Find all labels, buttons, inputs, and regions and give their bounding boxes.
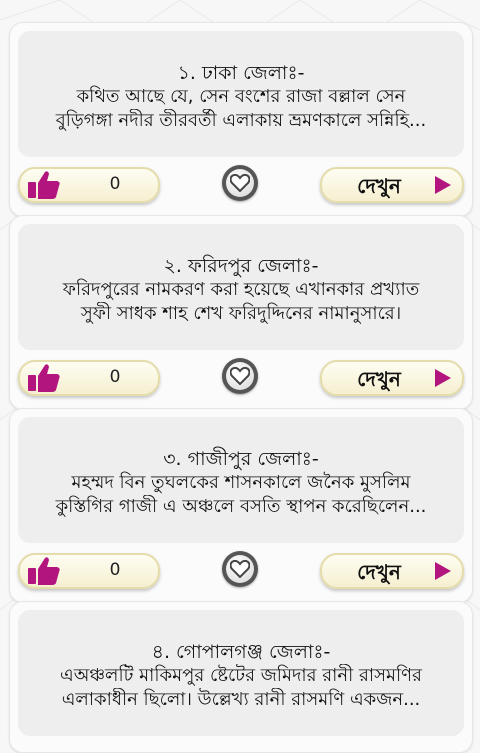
district-card: ২. ফরিদপুর জেলাঃ- ফরিদপুরের নামকরণ করা হ… [9, 215, 473, 410]
district-text-box[interactable]: ২. ফরিদপুর জেলাঃ- ফরিদপুরের নামকরণ করা হ… [18, 224, 464, 350]
district-excerpt-line: ফরিদপুরের নামকরণ করা হয়েছে এখানকার প্রখ… [62, 279, 420, 300]
view-button[interactable]: দেখুন [320, 553, 464, 589]
district-excerpt-line: বুড়িগঙ্গা নদীর তীরবর্তী এলাকায় ভ্রমণকা… [55, 110, 427, 131]
heart-icon [230, 367, 250, 385]
district-excerpt-line: এলাকাধীন ছিলো। উল্লেখ্য রানী রাসমণি একজন… [61, 689, 421, 710]
district-title: ৩. গাজীপুর জেলাঃ- [163, 448, 319, 470]
like-count: 0 [109, 367, 121, 387]
view-button[interactable]: দেখুন [320, 360, 464, 396]
district-title: ২. ফরিদপুর জেলাঃ- [163, 255, 319, 277]
view-button[interactable]: দেখুন [320, 167, 464, 203]
thumbs-up-icon [28, 557, 60, 585]
district-title: ৪. গোপালগঞ্জ জেলাঃ- [151, 641, 331, 663]
favorite-button[interactable] [222, 551, 258, 587]
like-count: 0 [109, 174, 121, 194]
heart-icon [230, 174, 250, 192]
heart-icon [230, 560, 250, 578]
favorite-button[interactable] [222, 165, 258, 201]
like-count: 0 [109, 560, 121, 580]
district-card: ১. ঢাকা জেলাঃ- কথিত আছে যে, সেন বংশের রা… [9, 22, 473, 217]
like-button[interactable]: 0 [18, 167, 160, 203]
view-button-label: দেখুন [357, 367, 401, 391]
play-arrow-icon [435, 176, 451, 194]
district-excerpt-line: কথিত আছে যে, সেন বংশের রাজা বল্লাল সেন [76, 86, 406, 107]
view-button-label: দেখুন [357, 560, 401, 584]
view-button-label: দেখুন [357, 174, 401, 198]
like-button[interactable]: 0 [18, 360, 160, 396]
like-button[interactable]: 0 [18, 553, 160, 589]
favorite-button[interactable] [222, 358, 258, 394]
district-text-box[interactable]: ১. ঢাকা জেলাঃ- কথিত আছে যে, সেন বংশের রা… [18, 31, 464, 157]
district-card: ৩. গাজীপুর জেলাঃ- মহম্মদ বিন তুঘলকের শাস… [9, 408, 473, 603]
thumbs-up-icon [28, 171, 60, 199]
play-arrow-icon [435, 369, 451, 387]
play-arrow-icon [435, 562, 451, 580]
district-excerpt-line: মহম্মদ বিন তুঘলকের শাসনকালে জনৈক মুসলিম [71, 472, 411, 493]
district-card: ৪. গোপালগঞ্জ জেলাঃ- এঅঞ্চলটি মাকিমপুর ষ্… [9, 601, 473, 753]
district-excerpt-line: সুফী সাধক শাহ শেখ ফরিদুদ্দিনের নামানুসার… [80, 303, 402, 324]
district-excerpt-line: কুস্তিগির গাজী এ অঞ্চলে বসতি স্থাপন করেছ… [55, 496, 427, 517]
district-excerpt-line: এঅঞ্চলটি মাকিমপুর ষ্টেটের জমিদার রানী রা… [60, 665, 422, 686]
thumbs-up-icon [28, 364, 60, 392]
district-title: ১. ঢাকা জেলাঃ- [177, 62, 305, 84]
district-text-box[interactable]: ৩. গাজীপুর জেলাঃ- মহম্মদ বিন তুঘলকের শাস… [18, 417, 464, 543]
district-text-box[interactable]: ৪. গোপালগঞ্জ জেলাঃ- এঅঞ্চলটি মাকিমপুর ষ্… [18, 610, 464, 736]
